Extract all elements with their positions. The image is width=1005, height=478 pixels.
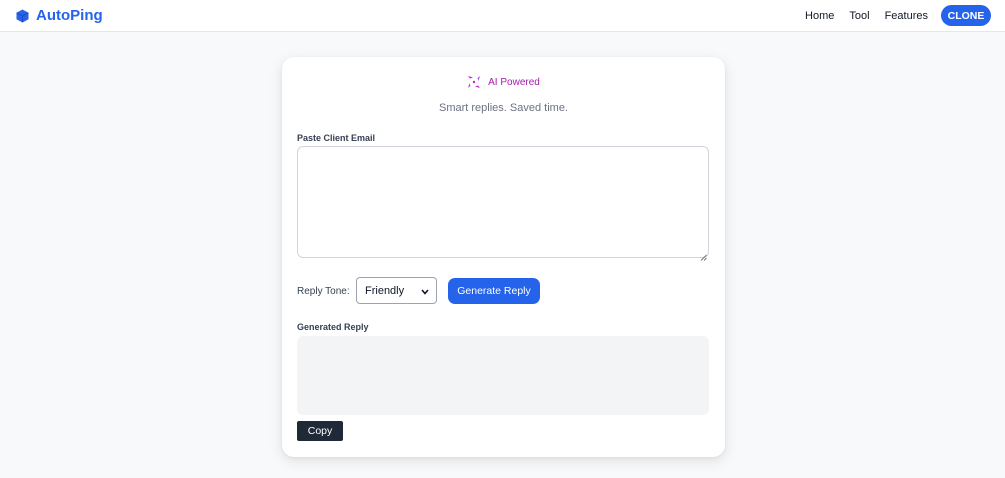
- reply-tone-select[interactable]: Friendly: [356, 277, 437, 304]
- generate-reply-button[interactable]: Generate Reply: [448, 278, 540, 304]
- sparkles-icon: [467, 75, 481, 89]
- clone-button[interactable]: CLONE: [941, 5, 991, 26]
- chevron-down-icon: [421, 282, 429, 300]
- reply-tool-card: AI Powered Smart replies. Saved time. Pa…: [282, 57, 725, 457]
- copy-button[interactable]: Copy: [297, 421, 343, 441]
- reply-tone-value: Friendly: [365, 284, 405, 297]
- nav-link-features[interactable]: Features: [885, 10, 928, 22]
- nav-links: Home Tool Features CLONE: [805, 5, 991, 26]
- cube-icon: [16, 9, 29, 23]
- email-label: Paste Client Email: [297, 133, 376, 143]
- nav-link-home[interactable]: Home: [805, 10, 834, 22]
- ai-badge: AI Powered: [282, 75, 725, 89]
- navbar: AutoPing Home Tool Features CLONE: [0, 0, 1005, 32]
- tagline: Smart replies. Saved time.: [439, 102, 568, 114]
- brand-name: AutoPing: [36, 7, 103, 24]
- nav-link-tool[interactable]: Tool: [849, 10, 869, 22]
- brand[interactable]: AutoPing: [16, 7, 103, 24]
- reply-tone-label: Reply Tone:: [297, 286, 350, 297]
- client-email-textarea[interactable]: [297, 146, 709, 258]
- generated-reply-output: [297, 336, 709, 415]
- resize-grip-icon[interactable]: [700, 248, 707, 266]
- ai-badge-label: AI Powered: [488, 76, 540, 88]
- generated-reply-label: Generated Reply: [297, 322, 369, 332]
